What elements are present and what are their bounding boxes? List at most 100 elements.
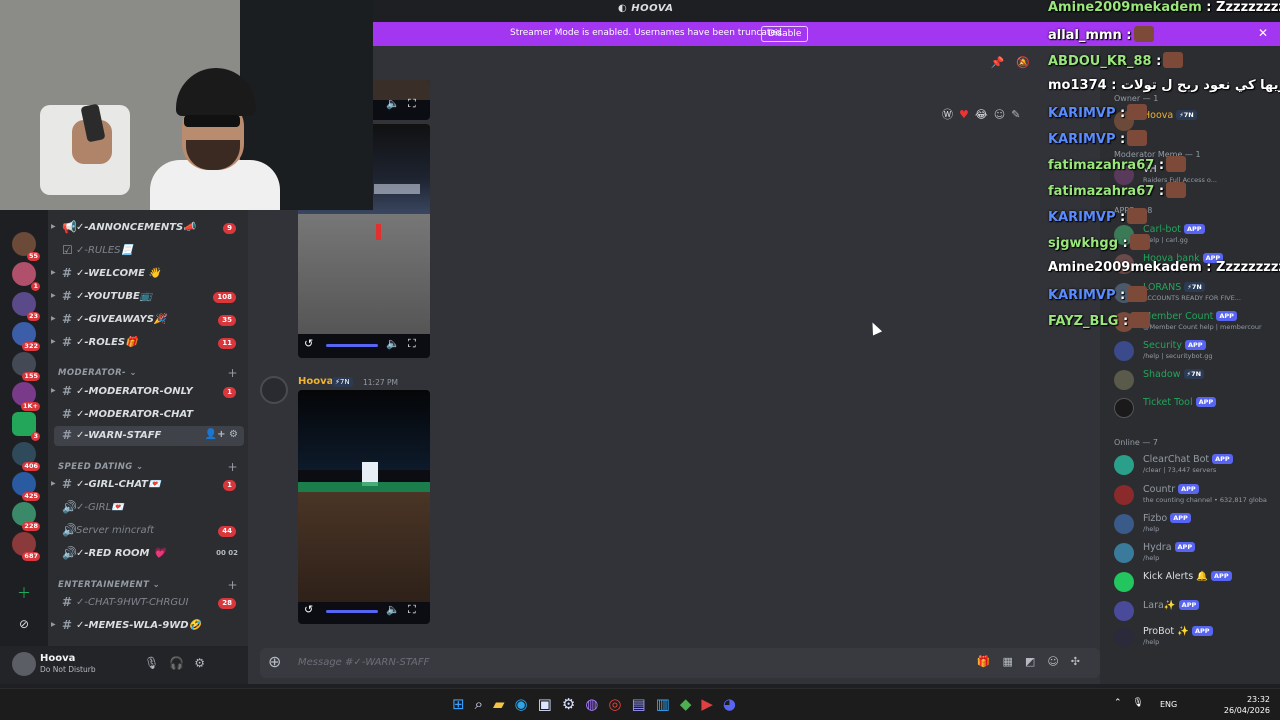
channel-item[interactable]: 🔊 Server mincraft 44 [54,521,244,541]
store-icon[interactable]: ▣ [538,695,562,713]
server-icon[interactable]: 23 [12,292,40,321]
channel-item[interactable]: ▶ # ✓-ROLES🎁 11 [51,333,244,353]
server-icon[interactable]: 228 [12,502,40,531]
channel-item[interactable]: ☑ ✓-RULES📃 [54,241,244,261]
tray-chevron-icon[interactable]: ⌃ [1114,698,1126,708]
replay-icon[interactable]: ↺ [304,337,313,350]
settings-icon[interactable]: ⚙ [562,695,585,713]
category-header[interactable]: ENTERTAINEMENT ⌄ + [58,578,238,592]
volume-icon[interactable]: 🔈 [386,337,400,350]
discord-icon[interactable]: ◕ [723,695,746,713]
channel-item[interactable]: ▶ # ✓-YOUTUBE📺 108 [51,287,244,307]
fullscreen-icon[interactable]: ⛶ [408,603,416,617]
add-channel-icon[interactable]: + [228,460,238,474]
server-icon[interactable]: 55 [12,232,40,261]
channel-item[interactable]: ▶ # ✓-GIVEAWAYS🎉 35 [51,310,244,330]
member-item[interactable]: ClearChat Bot APP/clear | 73,447 servers [1114,452,1280,478]
microphone-icon[interactable]: 🎙 [144,656,169,670]
channel-item[interactable]: 🔊 ✓-RED ROOM 💗 00 02 [54,544,244,564]
language-indicator[interactable]: ENG [1160,700,1177,709]
message-author[interactable]: Hoova [298,376,333,387]
heart-icon[interactable]: ♥ [959,108,975,121]
channel-item-active[interactable]: # ✓-WARN-STAFF 👤+ ⚙ [54,426,244,446]
headphones-icon[interactable]: 🎧 [169,656,194,670]
channel-item[interactable]: ▶ # ✓-GIRL-CHAT💌 1 [51,475,244,495]
server-icon[interactable]: 322 [12,322,40,351]
video-attachment[interactable]: ↺ 🔈 ⛶ [298,390,430,624]
channel-item[interactable]: ▶ # ✓-WELCOME 👋 [51,264,244,284]
app-icon[interactable]: ◆ [680,695,702,713]
server-icon[interactable]: 3 [12,412,40,441]
replay-icon[interactable]: ↺ [304,603,313,616]
photoshop-icon[interactable]: ▥ [656,695,680,713]
edge-icon[interactable]: ◉ [515,695,538,713]
add-channel-icon[interactable]: + [228,578,238,592]
message-input[interactable]: Message #✓-WARN-STAFF [298,657,429,668]
video-progress-bar[interactable] [326,344,378,347]
gif-icon[interactable]: ▦ [1003,655,1025,668]
message-avatar[interactable] [260,376,288,404]
clock[interactable]: 23:32 26/04/2026 [1224,694,1270,716]
edit-icon[interactable]: ✎ [1011,108,1026,121]
server-icon[interactable]: 406 [12,442,40,471]
emote-icon [1127,286,1148,302]
attach-plus-icon[interactable]: ⊕ [268,652,281,671]
server-icon[interactable]: 425 [12,472,40,501]
channel-item[interactable]: # ✓-MODERATOR-CHAT [54,405,244,425]
member-item[interactable]: Countr APP the counting channel • 632,817 … [1114,482,1280,508]
server-icon[interactable]: 1 [12,262,40,291]
gift-icon[interactable]: 🎁 [977,655,1003,668]
member-item[interactable]: Kick Alerts 🔔 APP [1114,569,1280,595]
folder-icon[interactable]: ▰ [493,695,515,713]
category-header[interactable]: SPEED DATING ⌄ + [58,460,238,474]
member-item[interactable]: Hydra APP/help [1114,540,1280,566]
volume-icon[interactable]: 🔈 [386,603,400,616]
mic-icon[interactable]: 🎙 [1132,698,1147,708]
apps-icon[interactable]: ✣ [1071,655,1092,668]
member-item[interactable]: Security APP/help | securitybot.gg [1114,338,1280,364]
add-channel-icon[interactable]: + [228,366,238,380]
reaction-icon[interactable]: Ⓦ [942,108,959,121]
volume-icon[interactable]: 🔈 [386,97,400,110]
search-icon[interactable]: ⌕ [475,695,493,713]
overlay-chat-line: fatimazahra67 : [1048,156,1187,173]
overlay-username: KARIMVP [1048,106,1116,121]
member-item[interactable]: Lara✨ APP [1114,598,1280,624]
add-server-icon[interactable]: ＋ [12,583,36,607]
server-icon[interactable]: 155 [12,352,40,381]
fullscreen-icon[interactable]: ⛶ [408,97,416,111]
stream-chat-overlay: Amine2009mekadem : Zzzzzzzzz allal_mmn :A… [1046,0,1280,335]
mute-icon[interactable]: 🔕 [1016,56,1042,69]
add-reaction-icon[interactable]: ☺ [994,108,1011,121]
recorder-icon[interactable]: ▶ [701,695,723,713]
member-item[interactable]: Shadow ⚡7N [1114,367,1280,393]
channel-item[interactable]: ▶ # ✓-MEMES-WLA-9WD🤣 [51,616,244,636]
channel-settings-icon[interactable]: 👤+ ⚙ [205,429,238,440]
windows-start-icon[interactable]: ⊞ [452,695,475,713]
messenger-icon[interactable]: ◍ [585,695,608,713]
disable-streamer-mode-button[interactable]: Disable [761,26,809,42]
channel-item[interactable]: ▶ 📢 ✓-ANNONCEMENTS📣 9 [51,218,244,238]
avatar[interactable] [12,652,36,676]
emote-icon [1127,104,1148,120]
fullscreen-icon[interactable]: ⛶ [408,337,416,351]
member-item[interactable]: Ticket Tool APP [1114,395,1280,421]
server-icon[interactable]: 687 [12,532,40,561]
channel-item[interactable]: ▶ # ✓-MODERATOR-ONLY 1 [51,382,244,402]
chrome-icon[interactable]: ◎ [608,695,631,713]
server-icon[interactable]: 1K+ [12,382,40,411]
premiere-icon[interactable]: ▤ [631,695,655,713]
avatar [1114,514,1134,534]
category-header[interactable]: MODERATOR- ⌄ + [58,366,238,380]
sticker-icon[interactable]: ◩ [1025,655,1047,668]
settings-gear-icon[interactable]: ⚙ [194,656,215,670]
member-item[interactable]: Fizbo APP/help [1114,511,1280,537]
emoji-icon[interactable]: ☺ [1047,655,1070,668]
channel-item[interactable]: 🔊 ✓-GIRL💌 [54,498,244,518]
pin-icon[interactable]: 📌 [991,56,1017,69]
member-item[interactable]: ProBot ✨ APP/help [1114,624,1280,650]
video-progress-bar[interactable] [326,610,378,613]
discover-icon[interactable]: ⊘ [12,613,36,637]
channel-item[interactable]: # ✓-CHAT-9HWT-CHRGUI 28 [54,593,244,613]
emoji-icon[interactable]: 😂 [975,108,994,121]
